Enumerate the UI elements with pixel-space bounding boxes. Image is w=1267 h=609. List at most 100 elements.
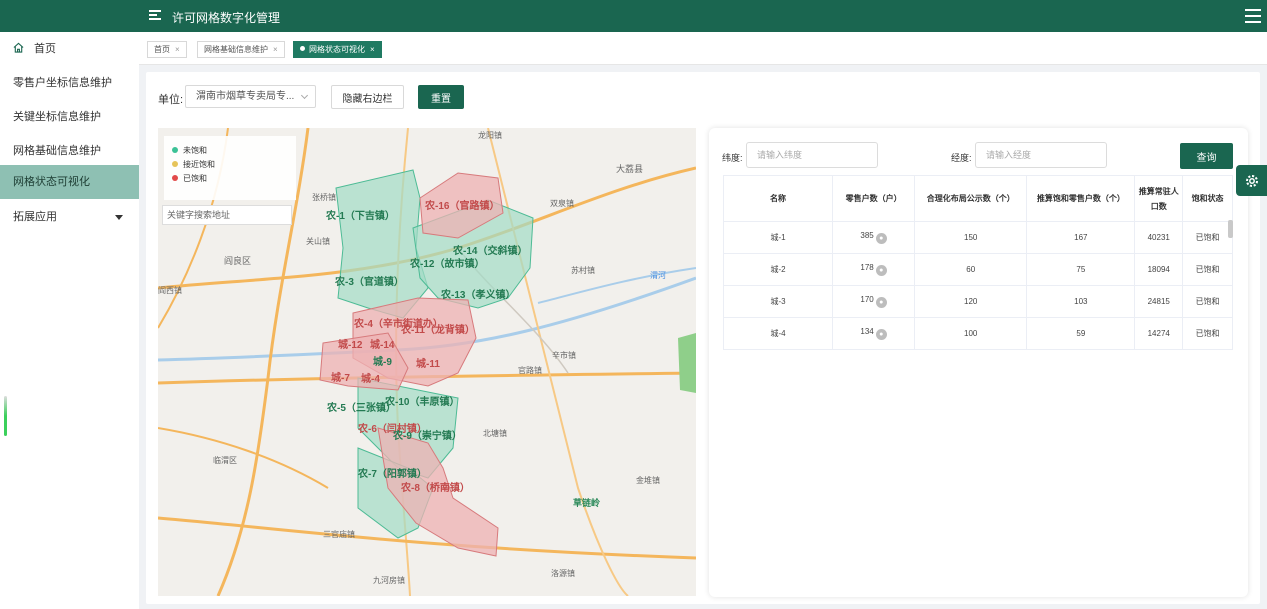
table-header-row: 名称 零售户数（户） 合理化布局公示数（个） 推算饱和零售户数（个） 推算常驻人…	[722, 175, 1233, 222]
grid-label: 城-9	[373, 355, 392, 368]
legend-label: 接近饱和	[183, 160, 215, 169]
app-title: 许可网格数字化管理	[172, 11, 281, 25]
table-row[interactable]: 城-2 178 ● 60 75 18094 已饱和	[722, 253, 1233, 286]
cell-population: 40231	[1134, 221, 1184, 254]
grid-label: 农-11（龙背镇）	[400, 323, 475, 336]
user-icon[interactable]: ●	[875, 265, 887, 276]
cell-name: 城-2	[722, 253, 834, 286]
longitude-label: 经度:	[951, 153, 972, 163]
close-icon[interactable]: ×	[175, 45, 180, 54]
user-icon[interactable]: ●	[875, 297, 887, 308]
active-dot-icon	[300, 46, 305, 51]
unit-select-value: 渭南市烟草专卖局专...	[196, 91, 295, 102]
cell-population: 24815	[1134, 285, 1184, 318]
user-icon[interactable]: ●	[875, 233, 887, 244]
close-icon[interactable]: ×	[273, 45, 278, 54]
tab-grid-info[interactable]: 网格基础信息维护 ×	[197, 41, 285, 58]
reset-button[interactable]: 重置	[418, 85, 464, 109]
town-label: 阎西镇	[158, 285, 182, 295]
main-panel: 单位: 渭南市烟草专卖局专... 隐藏右边栏 重置 龙阳镇 大荔县 双泉镇 张桥…	[146, 72, 1260, 604]
sidebar-item-label: 零售户坐标信息维护	[13, 77, 112, 89]
column-header[interactable]: 推算饱和零售户数（个）	[1026, 175, 1136, 222]
sidebar-item-retailer-coords[interactable]: 零售户坐标信息维护	[0, 66, 139, 100]
sidebar-item-home[interactable]: 首页	[0, 32, 139, 66]
grid-label: 城-4	[361, 372, 380, 385]
hamburger-menu-icon[interactable]	[1245, 9, 1261, 23]
sidebar-item-key-coords[interactable]: 关键坐标信息维护	[0, 100, 139, 134]
tab-label: 首页	[154, 45, 170, 54]
cell-layout: 120	[914, 285, 1028, 318]
legend-dot-icon	[172, 147, 178, 153]
town-label: 张桥镇	[312, 192, 336, 202]
table-row[interactable]: 城-1 385 ● 150 167 40231 已饱和	[722, 221, 1233, 254]
town-label: 大荔县	[616, 163, 643, 174]
latitude-input[interactable]	[746, 142, 878, 168]
unit-select[interactable]: 渭南市烟草专卖局专...	[185, 85, 316, 108]
scroll-indicator	[4, 396, 7, 436]
cell-status: 已饱和	[1182, 285, 1233, 318]
cell-name: 城-1	[722, 221, 834, 254]
query-panel: 纬度: 经度: 查询 名称 零售户数（户） 合理化布局公示数（个） 推算饱和零售…	[709, 128, 1248, 597]
home-icon	[13, 42, 24, 53]
grid-label: 农-9（崇宁镇）	[392, 429, 462, 442]
grid-label: 农-8（桥南镇）	[400, 481, 470, 494]
town-label: 关山镇	[306, 236, 330, 246]
table-row[interactable]: 城-4 134 ● 100 59 14274 已饱和	[722, 317, 1233, 350]
top-bar: 许可网格数字化管理	[0, 0, 1267, 32]
close-icon[interactable]: ×	[370, 45, 375, 54]
legend-label: 已饱和	[183, 174, 207, 183]
grid-table: 名称 零售户数（户） 合理化布局公示数（个） 推算饱和零售户数（个） 推算常驻人…	[722, 175, 1233, 350]
cell-status: 已饱和	[1182, 221, 1233, 254]
park-area	[678, 333, 696, 393]
cell-status: 已饱和	[1182, 317, 1233, 350]
cell-retail: 134 ●	[832, 317, 916, 350]
legend-item: 接近饱和	[172, 158, 296, 172]
query-button[interactable]: 查询	[1180, 143, 1233, 169]
longitude-input[interactable]	[975, 142, 1107, 168]
table-scrollbar[interactable]	[1228, 220, 1233, 238]
town-label: 草链岭	[573, 497, 600, 508]
grid-label: 农-3（官道镇）	[334, 275, 404, 288]
tab-grid-visual[interactable]: 网格状态可视化 ×	[293, 41, 382, 58]
tab-label: 网格状态可视化	[309, 45, 365, 54]
column-header[interactable]: 合理化布局公示数（个）	[914, 175, 1028, 222]
grid-label: 城-14	[370, 338, 395, 351]
legend-dot-icon	[172, 175, 178, 181]
town-label: 阎良区	[224, 255, 251, 266]
cell-layout: 60	[914, 253, 1028, 286]
sidebar-item-grid-info[interactable]: 网格基础信息维护	[0, 134, 139, 168]
retail-count: 385	[860, 231, 874, 240]
town-label: 临渭区	[213, 455, 237, 465]
sidebar-item-label: 拓展应用	[13, 211, 57, 223]
column-header[interactable]: 零售户数（户）	[832, 175, 916, 222]
map-search-input[interactable]	[162, 205, 292, 225]
menu-fold-icon[interactable]	[149, 10, 161, 22]
cell-name: 城-4	[722, 317, 834, 350]
grid-label: 农-12（故市镇）	[409, 257, 484, 270]
cell-retail: 170 ●	[832, 285, 916, 318]
town-label: 辛市镇	[552, 350, 576, 360]
table-row[interactable]: 城-3 170 ● 120 103 24815 已饱和	[722, 285, 1233, 318]
column-header[interactable]: 推算常驻人口数	[1134, 175, 1184, 222]
tab-label: 网格基础信息维护	[204, 45, 268, 54]
town-label: 官路镇	[518, 365, 542, 375]
settings-button[interactable]	[1236, 165, 1267, 196]
town-label: 九河房镇	[373, 575, 405, 585]
cell-population: 18094	[1134, 253, 1184, 286]
sidebar-item-grid-visual[interactable]: 网格状态可视化	[0, 165, 139, 199]
sidebar-item-extensions[interactable]: 拓展应用	[0, 200, 139, 234]
legend-dot-icon	[172, 161, 178, 167]
column-header[interactable]: 饱和状态	[1182, 175, 1233, 222]
column-header[interactable]: 名称	[722, 175, 834, 222]
tab-home[interactable]: 首页 ×	[147, 41, 187, 58]
cell-retail: 178 ●	[832, 253, 916, 286]
user-icon[interactable]: ●	[875, 329, 887, 340]
cell-layout: 100	[914, 317, 1028, 350]
grid-region-unsaturated[interactable]	[335, 169, 429, 319]
hide-sidebar-button[interactable]: 隐藏右边栏	[331, 85, 404, 109]
town-label: 双泉镇	[550, 198, 574, 208]
map-view[interactable]: 龙阳镇 大荔县 双泉镇 张桥镇 关山镇 阎良区 苏村镇 渭河 阎西镇 辛市镇 官…	[158, 128, 696, 596]
grid-label: 农-14（交斜镇）	[452, 244, 527, 257]
grid-label: 农-16（官路镇）	[424, 199, 499, 212]
latitude-label: 纬度:	[722, 153, 743, 163]
